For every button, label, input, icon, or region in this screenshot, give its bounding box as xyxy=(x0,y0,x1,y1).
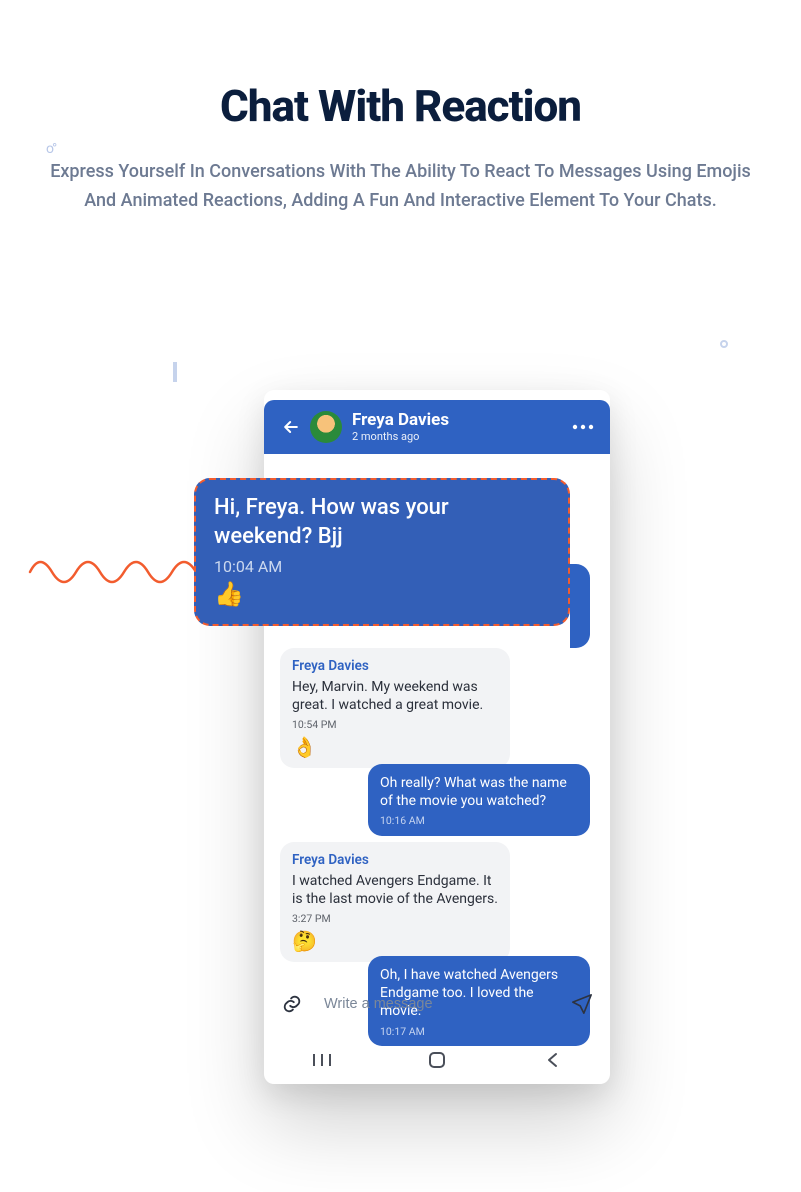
message-reaction[interactable]: 👍 xyxy=(214,580,550,608)
squiggle-decoration xyxy=(28,532,200,602)
message-text: Hi, Freya. How was your weekend? Bjj xyxy=(214,494,550,551)
more-button[interactable] xyxy=(570,414,596,440)
message-text: Oh really? What was the name of the movi… xyxy=(380,774,578,810)
android-navbar xyxy=(264,1036,610,1084)
deco-circle xyxy=(720,340,728,348)
home-button[interactable] xyxy=(407,1045,467,1075)
highlighted-message[interactable]: Hi, Freya. How was your weekend? Bjj 10:… xyxy=(194,478,570,626)
send-button[interactable] xyxy=(568,990,596,1018)
deco-bar xyxy=(173,362,177,382)
message-sender: Freya Davies xyxy=(292,658,498,676)
sent-message-peek xyxy=(570,564,590,648)
message-time: 10:04 AM xyxy=(214,557,550,576)
message-input-bar xyxy=(278,982,596,1026)
recents-button[interactable] xyxy=(292,1045,352,1075)
contact-name: Freya Davies xyxy=(352,411,570,430)
phone-mockup: Freya Davies 2 months ago Hi, Freya. How… xyxy=(264,390,610,1084)
message-text: Hey, Marvin. My weekend was great. I wat… xyxy=(292,678,498,714)
last-seen: 2 months ago xyxy=(352,430,570,443)
message-text: I watched Avengers Endgame. It is the la… xyxy=(292,872,498,908)
header-info: Freya Davies 2 months ago xyxy=(352,411,570,443)
message-sender: Freya Davies xyxy=(292,852,498,870)
message-input[interactable] xyxy=(324,996,550,1012)
chat-body: Hi, Freya. How was your weekend? Bjj 10:… xyxy=(264,454,610,974)
sent-message[interactable]: Oh really? What was the name of the movi… xyxy=(368,764,590,836)
back-nav-button[interactable] xyxy=(522,1045,582,1075)
message-time: 10:54 PM xyxy=(292,718,498,732)
deco-dots: o° xyxy=(46,141,55,157)
received-message[interactable]: Freya Davies Hey, Marvin. My weekend was… xyxy=(280,648,510,768)
chat-header: Freya Davies 2 months ago xyxy=(264,400,610,454)
message-reaction[interactable]: 🤔 xyxy=(292,928,498,954)
message-time: 10:16 AM xyxy=(380,814,578,828)
page-title: Chat With Reaction xyxy=(0,80,801,132)
message-reaction[interactable]: 👌 xyxy=(292,734,498,760)
message-time: 3:27 PM xyxy=(292,912,498,926)
page-subtitle: Express Yourself In Conversations With T… xyxy=(41,158,761,216)
back-button[interactable] xyxy=(278,414,304,440)
received-message[interactable]: Freya Davies I watched Avengers Endgame.… xyxy=(280,842,510,962)
attachment-button[interactable] xyxy=(278,990,306,1018)
avatar[interactable] xyxy=(310,411,342,443)
